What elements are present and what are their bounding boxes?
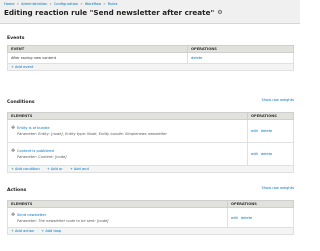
- conditions-col-elements: ELEMENTS: [7, 112, 248, 120]
- add-action-link[interactable]: Add action: [15, 229, 34, 233]
- event-delete-link[interactable]: delete: [191, 56, 202, 60]
- breadcrumb-home[interactable]: Home: [4, 2, 15, 6]
- event-name: After saving new content: [7, 52, 188, 64]
- condition-params: Parameter: Entity: [node], Entity type: …: [17, 132, 167, 136]
- condition-delete-link[interactable]: delete: [261, 129, 272, 133]
- actions-add-row: +Add action +Add loop: [7, 227, 294, 235]
- breadcrumb: Home » Administration » Configuration » …: [4, 2, 118, 6]
- add-and-link[interactable]: Add and: [74, 167, 89, 171]
- condition-params: Parameter: Content: [node]: [17, 155, 67, 159]
- condition-name[interactable]: Entity is of bundle: [17, 126, 50, 130]
- events-col-operations: OPERATIONS: [187, 45, 294, 53]
- breadcrumb-rules[interactable]: Rules: [108, 2, 118, 6]
- breadcrumb-workflow[interactable]: Workflow: [85, 2, 102, 6]
- plus-icon: +: [46, 167, 50, 171]
- conditions-col-operations: OPERATIONS: [247, 112, 294, 120]
- condition-delete-link[interactable]: delete: [261, 152, 272, 156]
- table-row: ✥ Send newsletter Parameter: The newslett…: [7, 207, 294, 228]
- page-header: Home » Administration » Configuration » …: [0, 0, 300, 24]
- add-condition-link[interactable]: Add condition: [15, 167, 40, 171]
- table-row: ✥ Content is published Parameter: Content…: [7, 142, 294, 166]
- add-loop-link[interactable]: Add loop: [45, 229, 61, 233]
- condition-edit-link[interactable]: edit: [251, 129, 258, 133]
- add-event-link[interactable]: Add event: [15, 65, 33, 69]
- breadcrumb-configuration[interactable]: Configuration: [54, 2, 78, 6]
- plus-icon: +: [11, 167, 15, 171]
- add-or-link[interactable]: Add or: [51, 167, 63, 171]
- page-title: Editing reaction rule "Send newsletter a…: [4, 8, 223, 17]
- page-title-text: Editing reaction rule "Send newsletter a…: [4, 8, 215, 17]
- actions-col-operations: OPERATIONS: [227, 200, 294, 208]
- conditions-table: ELEMENTS OPERATIONS ✥ Entity is of bundle…: [7, 112, 294, 173]
- plus-icon: +: [41, 229, 45, 233]
- events-add-row: +Add event: [7, 63, 294, 71]
- plus-icon: +: [69, 167, 73, 171]
- events-table: EVENT OPERATIONS After saving new conten…: [7, 45, 294, 71]
- table-row: ✥ Entity is of bundle Parameter: Entity: …: [7, 119, 294, 143]
- table-row: After saving new content delete: [7, 52, 294, 64]
- events-title: Events: [7, 36, 25, 41]
- actions-title: Actions: [7, 188, 27, 193]
- action-name[interactable]: Send newsletter: [17, 213, 46, 217]
- condition-name[interactable]: Content is published: [17, 149, 54, 153]
- actions-show-row-weights[interactable]: Show row weights: [261, 186, 294, 190]
- action-edit-link[interactable]: edit: [231, 216, 238, 220]
- plus-icon: +: [11, 229, 15, 233]
- actions-col-elements: ELEMENTS: [7, 200, 228, 208]
- action-delete-link[interactable]: delete: [241, 216, 252, 220]
- conditions-title: Conditions: [7, 100, 35, 105]
- conditions-show-row-weights[interactable]: Show row weights: [261, 98, 294, 102]
- events-col-event: EVENT: [7, 45, 188, 53]
- conditions-add-row: +Add condition +Add or +Add and: [7, 165, 294, 173]
- gear-icon[interactable]: ⚙: [217, 9, 222, 16]
- condition-edit-link[interactable]: edit: [251, 152, 258, 156]
- action-params: Parameter: The newsletter node to be sen…: [17, 218, 109, 223]
- breadcrumb-administration[interactable]: Administration: [21, 2, 47, 6]
- actions-table: ELEMENTS OPERATIONS ✥ Send newsletter Par…: [7, 200, 294, 235]
- plus-icon: +: [11, 65, 15, 69]
